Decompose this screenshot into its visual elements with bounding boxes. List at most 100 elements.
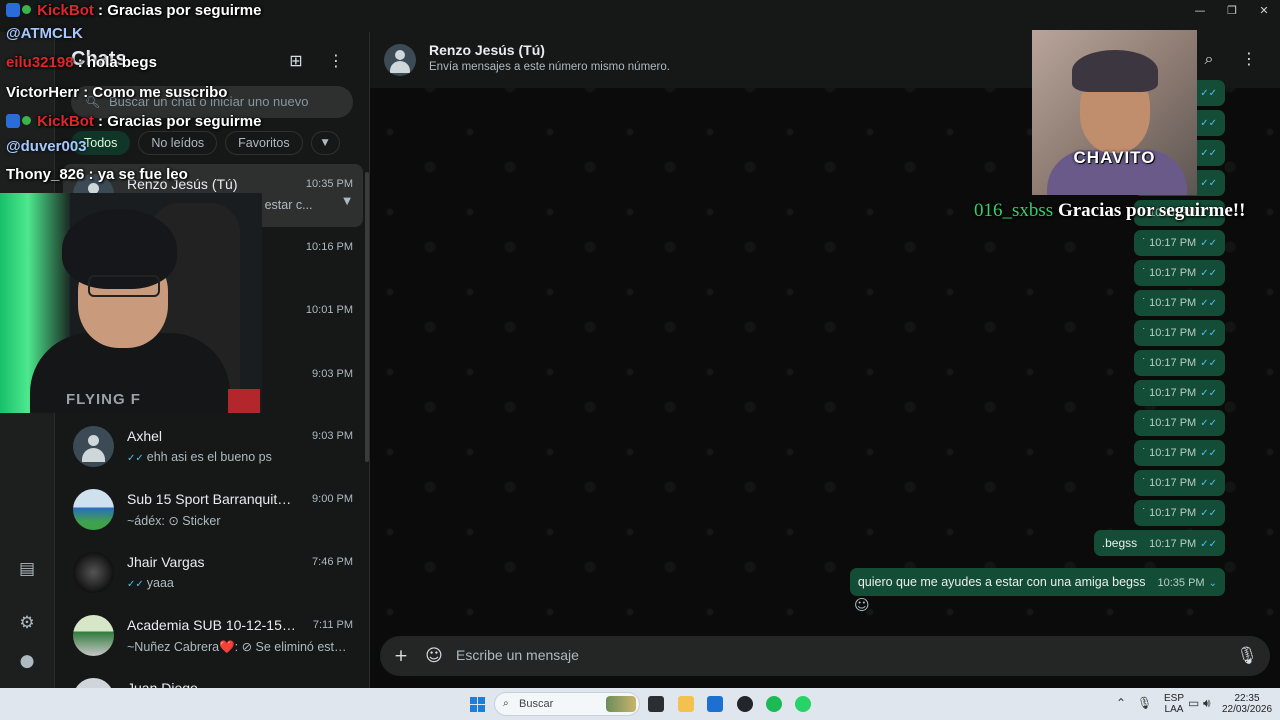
overlay-message: : Gracias por seguirme (98, 2, 262, 19)
chat-time: 10:35 PM (305, 178, 353, 190)
taskbar: ⌕ Buscar ⌃ 🎙︎ ESP LAA ▭ 🔊︎ 22:35 22/03/2… (0, 688, 1280, 720)
file-explorer-icon[interactable] (678, 696, 694, 712)
follow-alert-message: Gracias por seguirme!! (1057, 200, 1246, 221)
store-icon[interactable] (707, 696, 723, 712)
chat-row[interactable]: Academia SUB 10-12-15🏆 ... 7:11 PM ~Nuñe… (63, 605, 363, 668)
read-ticks-icon: ✓✓ (1200, 238, 1217, 249)
microphone-icon[interactable]: 🎙︎ (1137, 696, 1152, 710)
chat-time: 9:00 PM (312, 493, 353, 505)
chat-row[interactable]: Juan Diego (63, 668, 363, 688)
message-bubble[interactable]: ˙ 10:17 PM✓✓ (1134, 350, 1225, 376)
chat-preview: ✓✓ ehh asi es el bueno ps (127, 450, 347, 464)
message-time: 10:17 PM (1149, 417, 1197, 429)
minimize-button[interactable]: — (1184, 0, 1216, 22)
alert-image: CHAVITO (1032, 30, 1197, 195)
chevron-down-icon[interactable]: ▼ (343, 196, 351, 207)
close-button[interactable]: ✕ (1248, 0, 1280, 22)
sticker-icon[interactable]: ☺ (423, 645, 445, 667)
keyboard-layout[interactable]: ESP LAA (1160, 693, 1188, 715)
message-bubble[interactable]: ˙ 10:17 PM✓✓ (1134, 320, 1225, 346)
overlay-chat-line: KickBot : Gracias por seguirme (6, 2, 261, 19)
windows-start-icon[interactable] (470, 697, 485, 712)
message-input[interactable]: Escribe un mensaje (456, 647, 579, 663)
filter-favorites[interactable]: Favoritos (225, 131, 303, 155)
new-chat-icon[interactable]: ⊞ (285, 50, 307, 72)
message-time: 10:17 PM (1149, 267, 1197, 279)
filter-more-dropdown[interactable]: ▼ (310, 131, 340, 155)
chat-time: 7:11 PM (312, 619, 353, 631)
task-view-icon[interactable] (648, 696, 664, 712)
message-bubble[interactable]: ˙ 10:17 PM✓✓ (1134, 260, 1225, 286)
overlay-chat-line: KickBot : Gracias por seguirme (6, 113, 261, 130)
follow-alert-user: 016_sxbss (974, 200, 1054, 221)
message-time: 10:17 PM (1149, 327, 1197, 339)
volume-icon[interactable]: 🔊︎ (1203, 696, 1211, 711)
menu-icon[interactable]: ⋮ (325, 50, 347, 72)
message-bubble[interactable]: ˙ 10:17 PM✓✓ (1134, 380, 1225, 406)
overlay-username: KickBot (37, 113, 94, 130)
verified-badge-icon (22, 5, 31, 14)
clock[interactable]: 22:35 22/03/2026 (1218, 693, 1276, 715)
chevron-up-icon[interactable]: ⌃ (1116, 696, 1126, 710)
message-bubble[interactable]: .begss 10:17 PM ✓✓ (1093, 530, 1225, 556)
overlay-username: eilu32198 (6, 54, 74, 71)
read-ticks-icon: ✓✓ (1200, 268, 1217, 279)
message-bubble[interactable]: ˙ 10:17 PM✓✓ (1134, 470, 1225, 496)
read-ticks-icon: ✓✓ (1200, 358, 1217, 369)
network-icon[interactable]: ▭ (1188, 696, 1199, 710)
chat-row[interactable]: Axhel 9:03 PM ✓✓ ehh asi es el bueno ps (63, 416, 363, 479)
filter-unread[interactable]: No leídos (138, 131, 218, 155)
search-icon: ⌕ (503, 698, 509, 709)
microphone-icon[interactable]: 🎙︎ (1236, 645, 1258, 667)
avatar (73, 552, 114, 593)
read-ticks-icon: ✓✓ (1200, 448, 1217, 459)
contact-name: Renzo Jesús (Tú) (429, 42, 545, 58)
message-bubble[interactable]: ˙ 10:17 PM✓✓ (1134, 440, 1225, 466)
profile-icon[interactable]: ● (16, 650, 38, 672)
read-ticks-icon: ✓✓ (1200, 148, 1217, 159)
message-text: quiero que me ayudes a estar con una ami… (857, 575, 1146, 589)
message-time: 10:17 PM (1149, 237, 1197, 249)
message-time: 10:17 PM (1149, 447, 1197, 459)
message-time: 10:17 PM (1149, 387, 1197, 399)
chat-row[interactable]: Jhair Vargas 7:46 PM ✓✓ yaaa (63, 542, 363, 605)
message-bubble[interactable]: ˙ 10:17 PM✓✓ (1134, 290, 1225, 316)
avatar (73, 489, 114, 530)
search-highlight-image (606, 696, 636, 712)
search-icon[interactable]: ⌕ (1198, 48, 1220, 70)
whatsapp-icon[interactable] (795, 696, 811, 712)
chat-preview-text: ehh asi es el bueno ps (146, 450, 272, 464)
read-ticks-icon: ✓✓ (1200, 88, 1217, 99)
maximize-button[interactable]: ❐ (1216, 0, 1248, 22)
message-bubble[interactable]: ˙ 10:17 PM✓✓ (1134, 230, 1225, 256)
read-ticks-icon: ✓✓ (1200, 328, 1217, 339)
filter-chips: Todos No leídos Favoritos ▼ (71, 131, 340, 155)
chat-time: 7:46 PM (312, 556, 353, 568)
bot-badge-icon (6, 114, 20, 128)
language-label: ESP (1163, 693, 1184, 704)
chat-row[interactable]: Sub 15 Sport Barranquita ... 9:00 PM ~ád… (63, 479, 363, 542)
avatar (73, 615, 114, 656)
chat-name: Axhel (127, 428, 163, 444)
message-time: 10:35 PM (1157, 577, 1205, 589)
attach-plus-icon[interactable]: + (390, 645, 412, 667)
message-bubble[interactable]: ˙ 10:17 PM✓✓ (1134, 500, 1225, 526)
chat-time: 9:03 PM (312, 430, 353, 442)
menu-icon[interactable]: ⋮ (1238, 48, 1260, 70)
message-bubble[interactable]: ˙ 10:17 PM✓✓ (1134, 410, 1225, 436)
spotify-icon[interactable] (766, 696, 782, 712)
obs-icon[interactable] (737, 696, 753, 712)
overlay-message: : Gracias por seguirme (98, 113, 262, 130)
message-bubble[interactable]: quiero que me ayudes a estar con una ami… (849, 568, 1225, 596)
emoji-reaction-icon[interactable]: ☺ (854, 596, 870, 614)
message-composer: + ☺ Escribe un mensaje 🎙︎ (380, 636, 1270, 676)
media-icon[interactable]: ▤ (16, 558, 38, 580)
bot-badge-icon (6, 3, 20, 17)
settings-icon[interactable]: ⚙ (16, 612, 38, 634)
read-ticks-icon: ✓✓ (1200, 478, 1217, 489)
chat-list-scrollbar[interactable] (365, 172, 369, 462)
alert-image-caption: CHAVITO (1073, 148, 1156, 167)
read-ticks-icon: ✓✓ (1200, 418, 1217, 429)
overlay-handle: @duver003 (6, 138, 87, 155)
chevron-down-icon[interactable]: ⌄ (1209, 578, 1217, 589)
